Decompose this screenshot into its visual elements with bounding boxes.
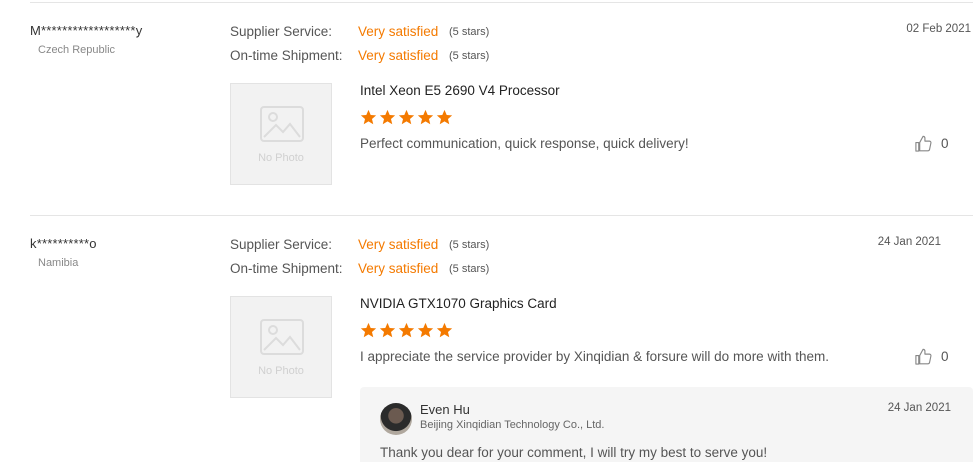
supplier-service-stars: (5 stars) [449,239,490,251]
supplier-service-label: Supplier Service: [230,237,333,252]
no-photo-text: No Photo [258,365,304,377]
review-date: 24 Jan 2021 [877,236,941,248]
reply-company: Beijing Xinqidian Technology Co., Ltd. [420,419,605,431]
supplier-reply: Even Hu Beijing Xinqidian Technology Co.… [360,387,973,462]
ontime-shipment-stars: (5 stars) [449,263,490,275]
avatar [380,403,412,435]
ontime-shipment-rating: Very satisfied [358,48,439,63]
thumbs-up-icon [915,135,932,152]
product-photo[interactable]: No Photo [230,83,332,185]
supplier-service-rating: Very satisfied [358,237,439,252]
product-photo[interactable]: No Photo [230,296,332,398]
star-icon [417,322,434,338]
thumbs-up-icon [915,348,932,365]
supplier-service-stars: (5 stars) [449,26,490,38]
review-comment: Perfect communication, quick response, q… [360,136,689,151]
supplier-service-label: Supplier Service: [230,24,333,39]
star-icon [379,322,396,338]
buyer-country: Czech Republic [38,44,116,56]
product-name[interactable]: NVIDIA GTX1070 Graphics Card [360,296,557,311]
ontime-shipment-rating: Very satisfied [358,261,439,276]
ontime-shipment-label: On-time Shipment: [230,48,343,63]
ontime-shipment-label: On-time Shipment: [230,261,343,276]
star-icon [436,322,453,338]
no-photo-text: No Photo [258,152,304,164]
star-icon [436,109,453,125]
image-placeholder-icon [260,106,304,142]
buyer-name: k**********o [30,236,97,251]
product-name[interactable]: Intel Xeon E5 2690 V4 Processor [360,83,560,98]
star-icon [360,322,377,338]
star-rating [360,109,453,127]
reply-text: Thank you dear for your comment, I will … [380,445,768,460]
review-comment: I appreciate the service provider by Xin… [360,349,829,364]
buyer-name: M******************y [30,23,143,38]
ontime-shipment-stars: (5 stars) [449,50,490,62]
star-icon [360,109,377,125]
star-icon [398,109,415,125]
like-count: 0 [941,349,949,364]
review-date: 02 Feb 2021 [906,23,971,35]
like-button[interactable]: 0 [914,134,949,153]
like-button[interactable]: 0 [914,347,949,366]
reply-author-name: Even Hu [420,402,470,417]
star-icon [379,109,396,125]
star-icon [398,322,415,338]
buyer-country: Namibia [38,257,79,269]
like-count: 0 [941,136,949,151]
image-placeholder-icon [260,319,304,355]
reply-date: 24 Jan 2021 [887,402,951,414]
supplier-service-rating: Very satisfied [358,24,439,39]
star-icon [417,109,434,125]
star-rating [360,322,453,340]
review-item: M******************y Czech Republic Supp… [0,3,973,215]
